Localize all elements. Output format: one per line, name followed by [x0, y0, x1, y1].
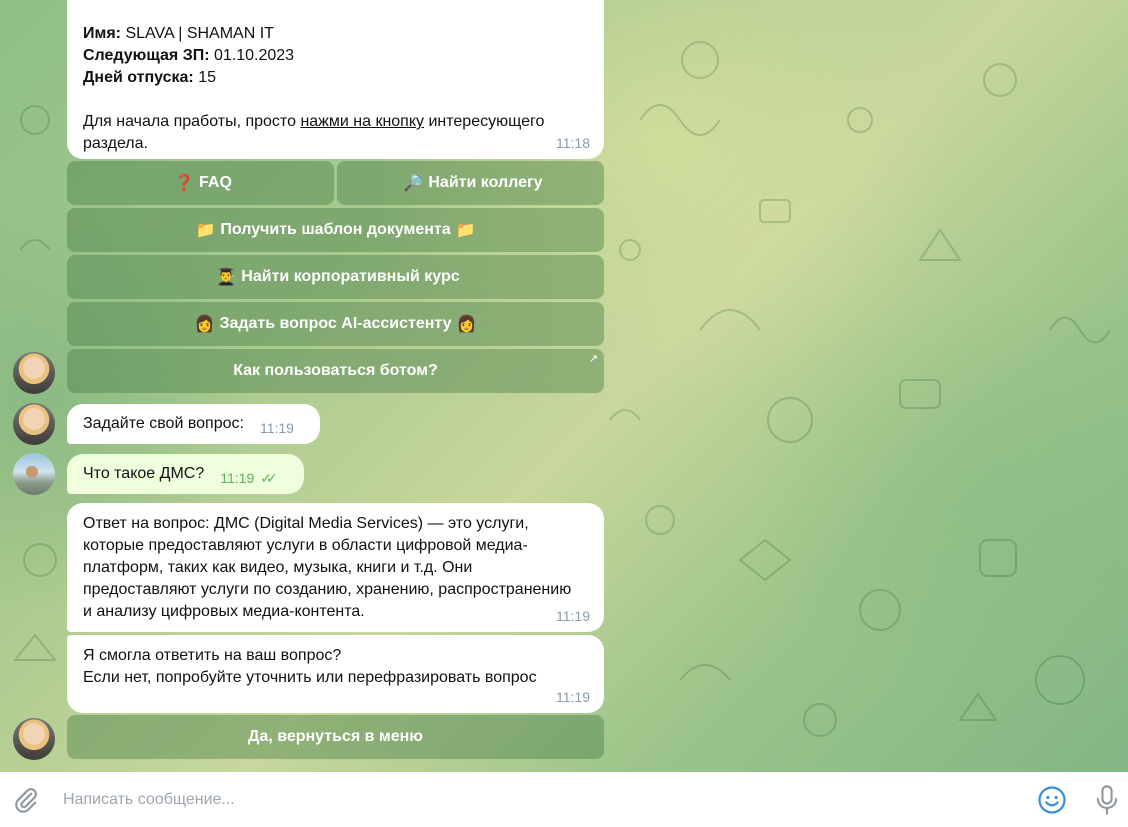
message-input[interactable]: [63, 787, 963, 813]
vacation-label: Дней отпуска:: [83, 69, 194, 86]
answer-message: Ответ на вопрос: ДМС (Digital Media Serv…: [67, 503, 604, 632]
how-to-use-label: Как пользоваться ботом?: [233, 362, 438, 379]
find-colleague-label: Найти коллегу: [428, 174, 543, 191]
assistant-icon: 👩: [456, 316, 477, 333]
user-question-message: Что такое ДМС? 11:19 ✓✓: [67, 454, 304, 494]
read-checkmarks-icon: ✓✓: [260, 469, 278, 486]
message-composer: [0, 772, 1128, 827]
bot-avatar[interactable]: [13, 403, 55, 445]
bot-avatar[interactable]: [13, 718, 55, 760]
find-colleague-button[interactable]: 🔎 Найти коллегу: [337, 161, 604, 205]
get-template-button[interactable]: 📁 Получить шаблон документа 📁: [67, 208, 604, 252]
how-to-use-button[interactable]: Как пользоваться ботом? ↗: [67, 349, 604, 393]
find-course-label: Найти корпоративный курс: [241, 268, 460, 285]
message-text: Ответ на вопрос: ДМС (Digital Media Serv…: [83, 515, 572, 620]
emoji-icon[interactable]: [1037, 785, 1067, 815]
question-mark-icon: ❓: [174, 175, 195, 192]
message-line-1: Я смогла ответить на ваш вопрос?: [83, 647, 342, 664]
name-label: Имя:: [83, 25, 121, 42]
faq-button[interactable]: ❓ FAQ: [67, 161, 334, 205]
message-text: Что такое ДМС?: [83, 465, 205, 482]
message-time: 11:19: [556, 608, 590, 624]
find-course-button[interactable]: 👨‍🎓 Найти корпоративный курс: [67, 255, 604, 299]
external-link-icon: ↗: [588, 353, 598, 365]
get-template-label: Получить шаблон документа: [220, 221, 451, 238]
message-time: 11:19: [220, 470, 255, 486]
user-avatar[interactable]: [13, 453, 55, 495]
assistant-icon: 👩: [194, 316, 215, 333]
vacation-value: 15: [198, 69, 216, 86]
intro-link[interactable]: нажми на кнопку: [300, 113, 424, 130]
ask-prompt-message: Задайте свой вопрос: 11:19: [67, 404, 320, 444]
message-text: Задайте свой вопрос:: [83, 415, 244, 432]
message-time: 11:19: [556, 689, 590, 705]
folder-icon: 📁: [195, 222, 216, 239]
microphone-icon[interactable]: [1093, 784, 1121, 816]
paperclip-icon[interactable]: [12, 786, 40, 814]
faq-button-label: FAQ: [199, 174, 232, 191]
name-value: SLAVA | SHAMAN IT: [125, 25, 274, 42]
folder-icon: 📁: [455, 222, 476, 239]
bot-avatar[interactable]: [13, 352, 55, 394]
ask-ai-label: Задать вопрос AI-ассистенту: [219, 315, 452, 332]
salary-value: 01.10.2023: [214, 47, 295, 64]
salary-label: Следующая ЗП:: [83, 47, 210, 64]
message-time: 11:18: [556, 135, 590, 151]
graduate-icon: 👨‍🎓: [216, 269, 237, 286]
welcome-message: Имя: SLAVA | SHAMAN IT Следующая ЗП: 01.…: [67, 0, 604, 159]
message-line-2: Если нет, попробуйте уточнить или перефр…: [83, 669, 537, 686]
message-time: 11:19: [259, 420, 294, 436]
ask-ai-button[interactable]: 👩 Задать вопрос AI-ассистенту 👩: [67, 302, 604, 346]
back-to-menu-label: Да, вернуться в меню: [248, 728, 423, 745]
followup-message: Я смогла ответить на ваш вопрос? Если не…: [67, 635, 604, 713]
intro-text-start: Для начала пработы, просто: [83, 113, 296, 130]
magnifier-icon: 🔎: [403, 175, 424, 192]
back-to-menu-button[interactable]: Да, вернуться в меню: [67, 715, 604, 759]
